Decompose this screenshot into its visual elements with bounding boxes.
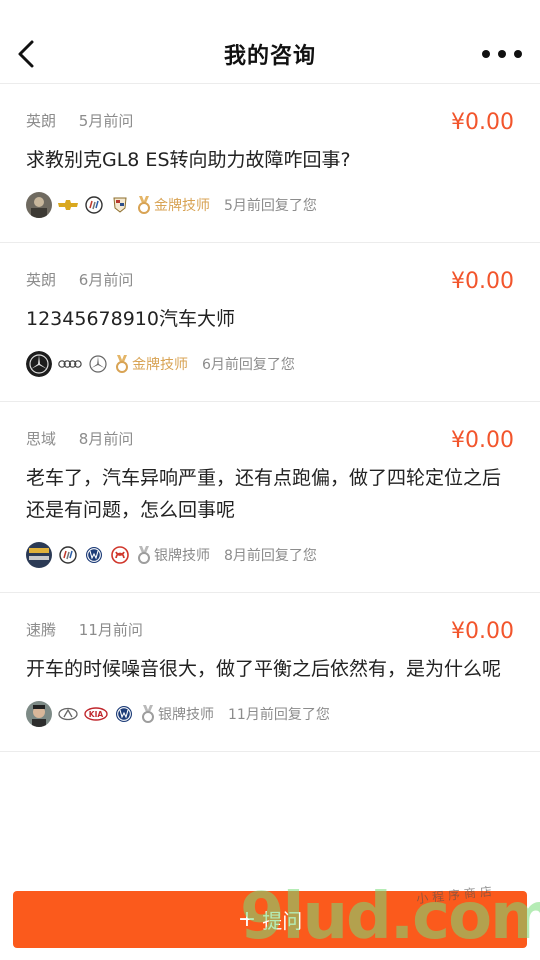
ask-question-button[interactable]: + 提问 (13, 891, 527, 948)
price: ¥0.00 (451, 428, 514, 453)
ask-time: 6月前问 (78, 271, 134, 289)
consultation-meta: 速腾 11月前问 (26, 619, 514, 641)
dongfeng-logo-icon (110, 545, 130, 565)
answer-info: KIA 银牌技师 11月前回复了您 (26, 699, 514, 729)
rank-badge: 银牌技师 (136, 545, 210, 565)
consultation-item[interactable]: 思域 8月前问 ¥0.00 老车了，汽车异响严重，还有点跑偏，做了四轮定位之后还… (0, 402, 540, 593)
consultation-meta: 思域 8月前问 (26, 428, 514, 450)
medal-icon (138, 546, 150, 564)
rank-badge: 金牌技师 (114, 354, 188, 374)
answer-info: 银牌技师 8月前回复了您 (26, 540, 514, 570)
consultation-item[interactable]: 速腾 11月前问 ¥0.00 开车的时候噪音很大，做了平衡之后依然有，是为什么呢… (0, 593, 540, 752)
medal-icon (138, 196, 150, 214)
price: ¥0.00 (451, 269, 514, 294)
technician-avatar (26, 351, 52, 377)
volkswagen-logo-icon (114, 704, 134, 724)
more-options-icon[interactable] (482, 44, 522, 64)
reply-time: 8月前回复了您 (224, 548, 317, 564)
page-title: 我的咨询 (223, 44, 316, 69)
technician-avatar (26, 701, 52, 727)
audi-logo-icon (58, 354, 82, 374)
rank-badge: 银牌技师 (140, 704, 214, 724)
buick-logo-icon (58, 545, 78, 565)
kia-logo-icon: KIA (84, 704, 108, 724)
question-text: 老车了，汽车异响严重，还有点跑偏，做了四轮定位之后还是有问题，怎么回事呢 (26, 467, 502, 521)
technician-avatar (26, 192, 52, 218)
consultation-item[interactable]: 英朗 6月前问 ¥0.00 12345678910汽车大师 金牌技师 6月前回复… (0, 243, 540, 402)
question-text: 求教别克GL8 ES转向助力故障咋回事? (26, 149, 351, 171)
svg-text:KIA: KIA (89, 710, 104, 719)
consultation-meta: 英朗 6月前问 (26, 269, 514, 291)
consultation-item[interactable]: 英朗 5月前问 ¥0.00 求教别克GL8 ES转向助力故障咋回事? 金牌技师 … (0, 84, 540, 243)
price: ¥0.00 (451, 110, 514, 135)
cadillac-logo-icon (110, 195, 130, 215)
car-model: 英朗 (26, 112, 57, 130)
navigation-bar: 我的咨询 (0, 0, 540, 84)
answer-info: 金牌技师 6月前回复了您 (26, 349, 514, 379)
rank-label: 银牌技师 (158, 707, 214, 723)
volkswagen-logo-icon (84, 545, 104, 565)
ask-time: 11月前问 (78, 621, 143, 639)
car-model: 速腾 (26, 621, 57, 639)
plus-icon: + (237, 907, 257, 932)
chery-logo-icon (58, 704, 78, 724)
rank-badge: 金牌技师 (136, 195, 210, 215)
ask-time: 8月前问 (78, 430, 134, 448)
medal-icon (142, 705, 154, 723)
question-text: 12345678910汽车大师 (26, 308, 235, 330)
consultation-list: 英朗 5月前问 ¥0.00 求教别克GL8 ES转向助力故障咋回事? 金牌技师 … (0, 84, 540, 752)
mercedes-logo-icon (88, 354, 108, 374)
rank-label: 银牌技师 (154, 548, 210, 564)
technician-avatar (26, 542, 52, 568)
reply-time: 6月前回复了您 (202, 357, 295, 373)
reply-time: 5月前回复了您 (224, 198, 317, 214)
car-model: 英朗 (26, 271, 57, 289)
question-text: 开车的时候噪音很大，做了平衡之后依然有，是为什么呢 (26, 658, 502, 680)
consultation-meta: 英朗 5月前问 (26, 110, 514, 132)
answer-info: 金牌技师 5月前回复了您 (26, 190, 514, 220)
ask-button-label: 提问 (262, 909, 303, 933)
car-model: 思域 (26, 430, 57, 448)
buick-logo-icon (84, 195, 104, 215)
reply-time: 11月前回复了您 (228, 707, 330, 723)
ask-time: 5月前问 (78, 112, 134, 130)
rank-label: 金牌技师 (154, 198, 210, 214)
chevrolet-logo-icon (58, 195, 78, 215)
medal-icon (116, 355, 128, 373)
rank-label: 金牌技师 (132, 357, 188, 373)
price: ¥0.00 (451, 619, 514, 644)
